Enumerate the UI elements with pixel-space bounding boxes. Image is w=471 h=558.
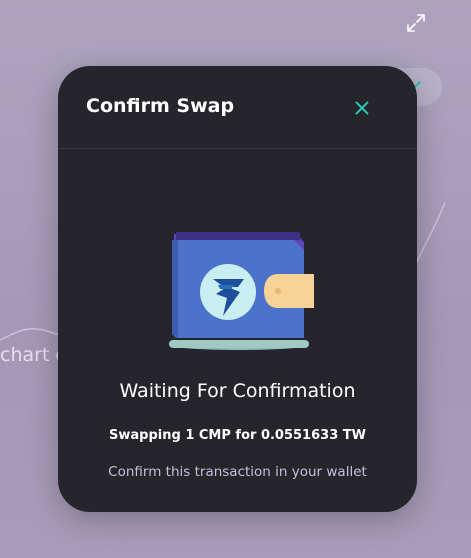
close-icon — [355, 101, 369, 115]
expand-icon[interactable] — [406, 13, 426, 33]
confirm-hint: Confirm this transaction in your wallet — [108, 464, 367, 480]
close-button[interactable] — [351, 97, 373, 119]
confirm-swap-modal: Confirm Swap Waiting For Confirmation Sw… — [58, 66, 417, 512]
modal-title: Confirm Swap — [86, 95, 235, 117]
modal-divider — [58, 148, 417, 149]
status-title: Waiting For Confirmation — [119, 380, 356, 402]
swap-summary: Swapping 1 CMP for 0.0551633 TW — [109, 428, 366, 443]
wallet-icon — [169, 232, 314, 350]
background-chart-text: chart c — [0, 344, 66, 366]
